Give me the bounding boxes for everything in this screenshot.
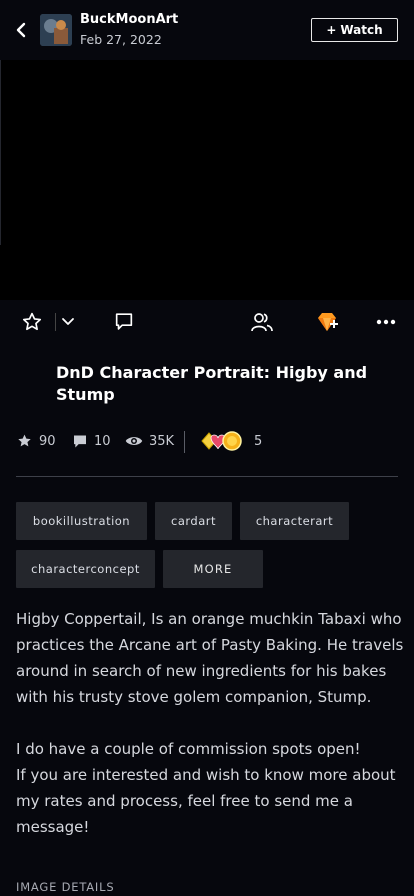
favourites-stat[interactable]: 90 xyxy=(16,428,56,454)
divider xyxy=(55,313,56,331)
post-date: Feb 27, 2022 xyxy=(80,32,162,47)
comment-button[interactable] xyxy=(112,310,136,334)
comment-icon xyxy=(115,313,133,330)
users-icon xyxy=(251,313,273,332)
star-icon xyxy=(18,434,31,447)
badges-stat[interactable]: 5 xyxy=(200,428,262,454)
more-tags-button[interactable]: MORE xyxy=(163,550,263,588)
top-bar: BuckMoonArt Feb 27, 2022 + Watch xyxy=(0,0,414,60)
stats-row: 90 10 35K 5 xyxy=(16,428,398,454)
tag-characterconcept[interactable]: characterconcept xyxy=(16,550,155,588)
comments-stat[interactable]: 10 xyxy=(72,428,111,454)
badges-count: 5 xyxy=(254,433,263,449)
tag-cardart[interactable]: cardart xyxy=(155,502,232,540)
description-paragraph: I do have a couple of commission spots o… xyxy=(16,740,361,758)
artwork-image[interactable] xyxy=(0,60,414,300)
image-details-heading[interactable]: IMAGE DETAILS xyxy=(16,880,114,894)
author-name[interactable]: BuckMoonArt xyxy=(80,12,178,27)
tag-bookillustration[interactable]: bookillustration xyxy=(16,502,147,540)
plus-icon: + xyxy=(326,23,337,37)
ellipsis-icon xyxy=(376,319,396,325)
gem-badge-icon xyxy=(318,313,338,331)
divider xyxy=(0,60,1,245)
comment-icon xyxy=(74,435,86,447)
description-paragraph: If you are interested and wish to know m… xyxy=(16,766,396,836)
back-button[interactable] xyxy=(10,18,32,42)
groups-button[interactable] xyxy=(249,310,275,334)
back-arrow-icon xyxy=(16,22,26,38)
watch-button[interactable]: + Watch xyxy=(311,18,398,42)
avatar[interactable] xyxy=(40,14,72,46)
eye-icon xyxy=(125,437,143,445)
views-stat: 35K xyxy=(125,428,174,454)
chevron-down-icon xyxy=(62,318,74,325)
description: Higby Coppertail, Is an orange muchkin T… xyxy=(16,606,408,840)
watch-label: Watch xyxy=(340,23,383,37)
description-paragraph: Higby Coppertail, Is an orange muchkin T… xyxy=(16,610,404,706)
more-options-button[interactable] xyxy=(374,312,398,332)
favourite-button[interactable] xyxy=(20,310,44,334)
favourites-count: 90 xyxy=(39,433,56,449)
tag-characterart[interactable]: characterart xyxy=(240,502,349,540)
divider xyxy=(184,431,185,453)
page-title: DnD Character Portrait: Higby and Stump xyxy=(56,363,368,404)
star-outline-icon xyxy=(22,312,42,331)
divider xyxy=(16,476,398,477)
action-bar xyxy=(0,300,414,344)
give-badge-button[interactable] xyxy=(314,310,340,334)
collection-dropdown-button[interactable] xyxy=(58,312,78,332)
views-count: 35K xyxy=(149,433,175,449)
badges-icon xyxy=(201,431,242,451)
comments-count: 10 xyxy=(94,433,111,449)
